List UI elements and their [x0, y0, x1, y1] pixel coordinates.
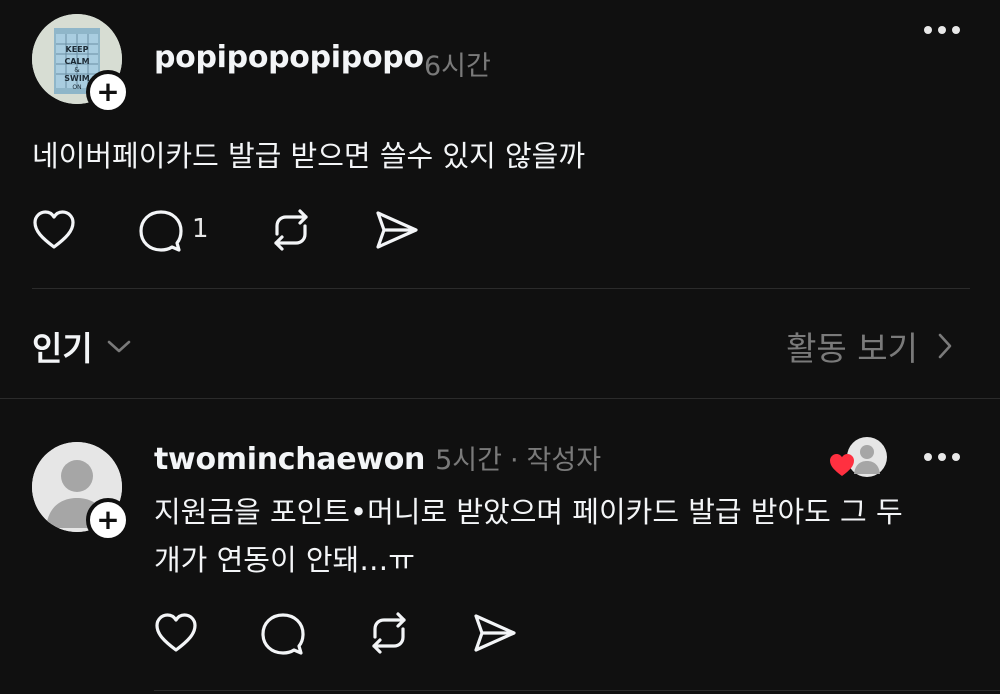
avatar-text-5: ON — [72, 84, 81, 91]
repost-icon[interactable] — [268, 208, 314, 252]
divider — [154, 690, 1000, 691]
sort-label: 인기 — [32, 329, 93, 368]
follow-plus-button[interactable]: + — [86, 498, 130, 542]
reply-username[interactable]: twominchaewon — [154, 442, 425, 477]
author-liked-indicator — [830, 436, 890, 480]
more-options-icon[interactable] — [924, 24, 960, 36]
post-text: 네이버페이카드 발급 받으면 쓸수 있지 않을까 — [32, 139, 586, 173]
comment-bubble-icon[interactable] — [260, 612, 306, 656]
view-activity-label: 활동 보기 — [786, 329, 918, 368]
reply-header: twominchaewon 5시간 · 작성자 — [154, 438, 601, 477]
chevron-right-icon — [938, 333, 952, 359]
avatar-text-1: KEEP — [66, 45, 89, 54]
repost-icon[interactable] — [366, 611, 412, 655]
like-heart-icon[interactable] — [154, 612, 198, 654]
sort-dropdown[interactable]: 인기 — [32, 322, 133, 370]
like-heart-icon[interactable] — [32, 209, 76, 251]
meta-separator: · — [509, 445, 519, 476]
reply-timestamp: 5시간 — [435, 445, 502, 476]
divider — [0, 398, 1000, 399]
reply-text-line1: 지원금을 포인트•머니로 받았으며 페이카드 발급 받아도 그 두 — [154, 495, 903, 529]
reply-avatar-wrap[interactable]: + — [32, 442, 130, 542]
reply-text-line2: 개가 연동이 안돼…ㅠ — [154, 543, 415, 577]
follow-plus-button[interactable]: + — [86, 70, 130, 114]
post-username[interactable]: popipopopipopo — [154, 40, 424, 75]
post-timestamp: 6시간 — [424, 51, 491, 82]
divider — [32, 288, 970, 289]
more-options-icon[interactable] — [924, 451, 960, 463]
comment-bubble-icon[interactable] — [138, 209, 184, 253]
avatar-text-2: CALM — [64, 57, 89, 66]
share-send-icon[interactable] — [472, 612, 518, 654]
avatar-text-3: & — [74, 66, 80, 74]
heart-filled-icon — [830, 454, 854, 476]
reply-count: 1 — [192, 214, 209, 244]
view-activity-link[interactable]: 활동 보기 — [786, 322, 956, 370]
chevron-down-icon — [107, 340, 131, 353]
author-badge: 작성자 — [526, 445, 602, 476]
avatar-text-4: SWIM — [64, 74, 90, 83]
post-avatar-wrap[interactable]: KEEP CALM & SWIM ON + — [32, 14, 130, 114]
share-send-icon[interactable] — [374, 209, 420, 251]
